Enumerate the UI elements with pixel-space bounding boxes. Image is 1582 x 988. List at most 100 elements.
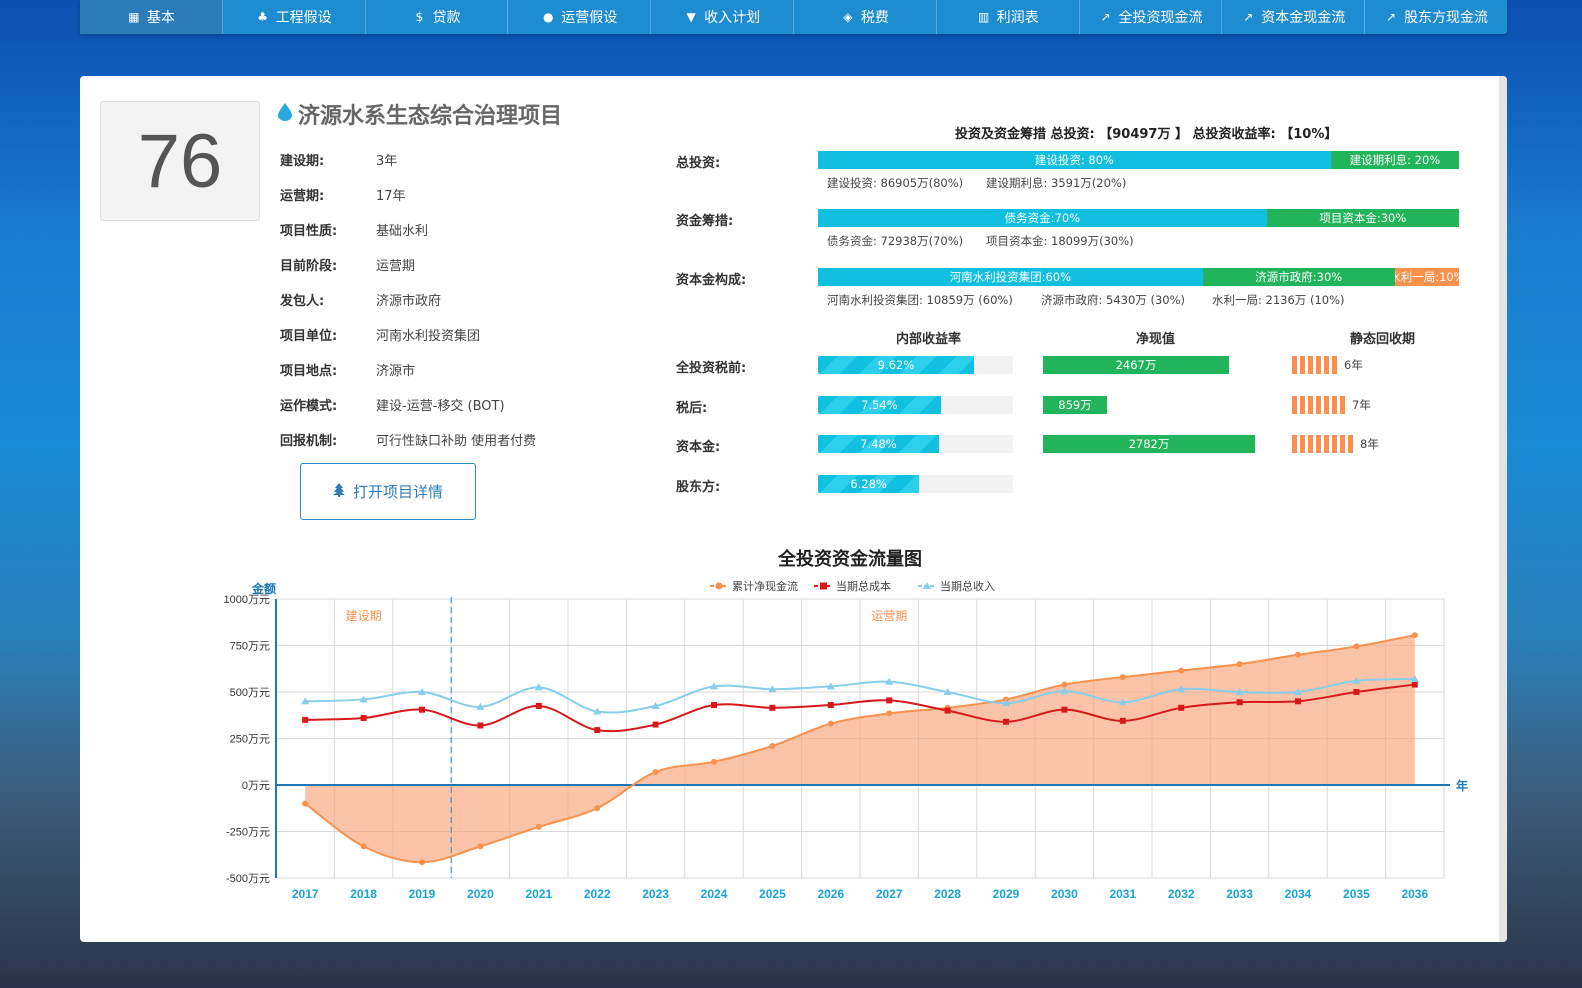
data-point: [535, 823, 542, 830]
data-point: [419, 859, 425, 866]
data-point: [302, 716, 309, 723]
line-chart-icon: ↗: [1100, 10, 1111, 24]
data-point: [360, 843, 367, 850]
data-point: [1353, 689, 1360, 695]
nav-item-label: 收入计划: [704, 10, 761, 26]
nav-item-1[interactable]: ♣ 工程假设: [223, 0, 366, 34]
x-tick-label: 2024: [701, 887, 728, 901]
x-tick-label: 2029: [993, 887, 1020, 901]
dollar-icon: $: [415, 10, 424, 24]
nav-item-label: 股东方现金流: [1404, 10, 1489, 26]
y-axis-label: 金额: [251, 581, 276, 596]
drop-icon: ●: [543, 10, 554, 24]
data-point: [652, 721, 659, 728]
data-point: [827, 720, 834, 727]
project-card: 76 济源水系生态综合治理项目 建设期: 3年 运营期: 17年 项目性质: 基础水利 目前…: [80, 76, 1507, 942]
data-point: [360, 715, 367, 722]
nav-item-label: 税费: [860, 10, 889, 26]
x-tick-label: 2026: [817, 887, 844, 901]
y-tick-label: -500万元: [226, 873, 270, 885]
nav-item-6[interactable]: ▥ 利润表: [937, 0, 1080, 34]
filter-icon: ▼: [686, 10, 696, 24]
construction-phase-label: 建设期: [346, 609, 382, 623]
nav-item-4[interactable]: ▼ 收入计划: [651, 0, 794, 34]
nav-item-label: 工程假设: [275, 10, 332, 26]
x-tick-label: 2022: [584, 887, 611, 901]
nav-item-label: 资本金现金流: [1261, 10, 1346, 26]
data-point: [302, 800, 309, 807]
data-point: [1119, 674, 1126, 681]
x-tick-label: 2021: [525, 887, 552, 901]
legend-label: 当期总收入: [940, 579, 995, 593]
data-point: [652, 768, 659, 775]
nav-item-label: 利润表: [996, 10, 1039, 26]
legend-marker: [715, 582, 723, 590]
data-point: [1353, 643, 1360, 650]
x-tick-label: 2033: [1226, 887, 1253, 901]
data-point: [827, 702, 834, 709]
data-point: [711, 758, 717, 765]
tag-icon: ◈: [843, 10, 853, 24]
nav-item-label: 运营假设: [561, 10, 618, 26]
x-tick-label: 2028: [934, 887, 961, 901]
y-tick-label: 500万元: [230, 687, 270, 699]
data-point: [594, 805, 601, 812]
data-point: [1061, 706, 1068, 713]
nav-item-5[interactable]: ◈ 税费: [794, 0, 937, 34]
legend-label: 累计净现金流: [732, 579, 798, 593]
nav-item-3[interactable]: ● 运营假设: [508, 0, 652, 34]
data-point: [1178, 667, 1185, 674]
x-tick-label: 2025: [759, 887, 786, 901]
calendar-icon: ▦: [128, 10, 140, 24]
y-tick-label: 0万元: [242, 780, 270, 792]
nav-item-7[interactable]: ↗ 全投资现金流: [1080, 0, 1223, 34]
x-tick-label: 2020: [467, 887, 494, 901]
bar-chart-icon: ▥: [978, 10, 990, 24]
y-tick-label: -250万元: [226, 827, 270, 839]
top-nav: ▦ 基本 ♣ 工程假设 $ 贷款 ● 运营假设 ▼ 收入计划 ◈ 税费 ▥ 利润表 ↗ 全投资现金流 ↗ 资本金现…: [80, 0, 1507, 34]
data-point: [711, 702, 717, 709]
data-point: [886, 710, 893, 717]
nav-item-8[interactable]: ↗ 资本金现金流: [1222, 0, 1366, 34]
data-point: [1003, 718, 1009, 725]
data-point: [1411, 681, 1418, 688]
x-tick-label: 2031: [1109, 887, 1136, 901]
data-point: [769, 704, 776, 711]
nav-item-label: 贷款: [432, 10, 461, 26]
x-tick-label: 2027: [876, 887, 903, 901]
x-tick-label: 2018: [350, 887, 377, 901]
data-point: [1061, 681, 1068, 688]
x-tick-label: 2023: [642, 887, 669, 901]
data-point: [477, 722, 484, 729]
data-point: [1295, 698, 1301, 705]
data-point: [535, 702, 542, 709]
operation-phase-label: 运营期: [871, 609, 907, 623]
y-tick-label: 250万元: [230, 734, 270, 746]
data-point: [1178, 704, 1185, 711]
tree-icon: ♣: [257, 10, 269, 24]
x-tick-label: 2019: [409, 887, 436, 901]
data-point: [419, 706, 425, 713]
nav-item-label: 基本: [146, 10, 175, 26]
line-chart-icon: ↗: [1386, 10, 1397, 24]
data-point: [1411, 632, 1418, 639]
x-tick-label: 2017: [292, 887, 319, 901]
data-point: [1236, 699, 1243, 706]
data-point: [886, 697, 893, 704]
x-tick-label: 2035: [1343, 887, 1370, 901]
legend-label: 当期总成本: [836, 579, 891, 593]
data-point: [477, 843, 484, 850]
data-point: [1119, 717, 1126, 724]
legend-marker: [820, 582, 827, 590]
x-tick-label: 2034: [1285, 887, 1312, 901]
nav-item-9[interactable]: ↗ 股东方现金流: [1365, 0, 1507, 34]
cashflow-chart: 1000万元750万元500万元250万元0万元-250万元-500万元2017…: [224, 579, 1469, 901]
nav-item-2[interactable]: $ 贷款: [366, 0, 509, 34]
x-tick-label: 2036: [1401, 887, 1428, 901]
x-tick-label: 2030: [1051, 887, 1078, 901]
data-point: [1236, 661, 1243, 668]
nav-item-0[interactable]: ▦ 基本: [80, 0, 223, 34]
x-axis-label: 年: [1456, 778, 1468, 793]
data-point: [769, 742, 776, 749]
data-point: [594, 727, 601, 734]
